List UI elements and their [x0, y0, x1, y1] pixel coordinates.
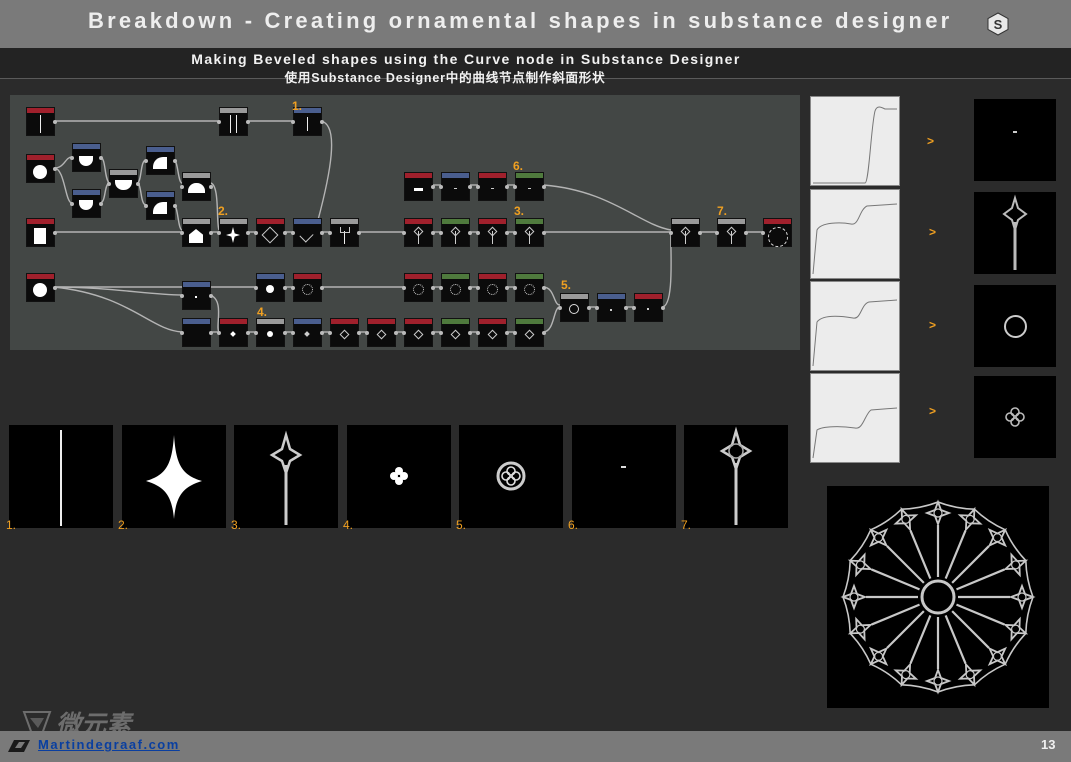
graph-node-levels-4 — [439, 318, 472, 347]
graph-node-transform-11 — [180, 318, 213, 347]
graph-node-transform-4 — [144, 146, 177, 175]
result-label-5: 5. — [456, 518, 467, 532]
step-number-4: 4. — [257, 305, 268, 319]
step-number-5: 5. — [561, 278, 572, 292]
graph-node-step-5 — [558, 293, 591, 322]
rose-window-pattern — [840, 499, 1036, 695]
arrow-1: > — [927, 134, 935, 148]
graph-node-levels-3 — [513, 273, 546, 302]
graph-node-curve-5 — [476, 273, 509, 302]
result-3-spike — [234, 425, 338, 528]
result-1-line — [9, 425, 113, 528]
graph-node-shape-disc — [26, 154, 57, 183]
graph-node-blend-1 — [217, 107, 250, 136]
step-number-1: 1. — [292, 99, 303, 113]
result-7-combined — [684, 425, 788, 528]
graph-node-step-4 — [254, 318, 287, 347]
graph-node-levels-1 — [439, 218, 472, 247]
step-number-2: 2. — [218, 204, 229, 218]
subtitle-chinese: 使用Substance Designer中的曲线节点制作斜面形状 — [284, 71, 606, 85]
graph-node-shape-square — [26, 218, 57, 247]
graph-node-levels-5 — [513, 318, 546, 347]
preview-quatrefoil — [974, 376, 1056, 458]
graph-node-edge-detect — [254, 218, 287, 247]
graph-node-transform-12 — [291, 318, 324, 347]
graph-node-step-2 — [217, 218, 250, 247]
curve-graph-4 — [810, 373, 900, 463]
graph-node-transform-10 — [595, 293, 628, 322]
graph-node-curve-2 — [402, 218, 435, 247]
graph-node-blend-6 — [669, 218, 702, 247]
graph-node-curve-3 — [476, 218, 509, 247]
graph-node-splatter-circular — [761, 218, 792, 247]
graph-node-blend-5 — [328, 218, 361, 247]
result-label-7: 7. — [681, 518, 692, 532]
step-number-7: 7. — [717, 204, 728, 218]
svg-text:S: S — [994, 17, 1003, 32]
curve-graph-1 — [810, 96, 900, 186]
result-2-star — [122, 425, 226, 528]
website-link[interactable]: Martindegraaf.com — [38, 737, 180, 752]
graph-node-blend-3 — [180, 172, 213, 201]
graph-node-step-3 — [513, 218, 546, 247]
graph-node-blend-7 — [632, 293, 665, 322]
graph-node-transform-5 — [144, 191, 177, 220]
footer-logo-icon — [8, 740, 30, 752]
graph-node-curve-1 — [476, 172, 509, 201]
graph-node-transform-9 — [254, 273, 287, 302]
subtitle-english: Making Beveled shapes using the Curve no… — [191, 51, 741, 67]
preview-small-dash — [974, 99, 1056, 181]
graph-node-curve-6 — [402, 318, 435, 347]
arrow-2: > — [929, 225, 937, 239]
curve-graph-2 — [810, 189, 900, 279]
graph-node-transform-6 — [291, 218, 324, 247]
result-label-4: 4. — [343, 518, 354, 532]
page-title: Breakdown - Creating ornamental shapes i… — [88, 8, 953, 33]
result-label-2: 2. — [118, 518, 129, 532]
result-6-dash — [572, 425, 676, 528]
graph-node-splatter-1 — [217, 318, 250, 347]
result-label-1: 1. — [6, 518, 17, 532]
graph-node-blend-2 — [107, 169, 140, 198]
graph-node-shape-bar — [404, 172, 435, 201]
graph-node-transform-2 — [70, 143, 103, 172]
curve-graph-3 — [810, 281, 900, 371]
preview-spike — [974, 192, 1056, 274]
graph-node-transform-3 — [70, 189, 103, 218]
graph-node-curve-4 — [402, 273, 435, 302]
graph-node-transform-8 — [180, 281, 213, 310]
rose-window-result — [827, 486, 1049, 708]
graph-node-edge-detect-2 — [291, 273, 324, 302]
result-label-6: 6. — [568, 518, 579, 532]
graph-node-levels-2 — [439, 273, 472, 302]
graph-node-step-7 — [715, 218, 748, 247]
graph-node-curve-7 — [476, 318, 509, 347]
result-4-cross — [347, 425, 451, 528]
graph-node-distance — [365, 318, 398, 347]
arrow-4: > — [929, 404, 937, 418]
result-5-ring-cross — [459, 425, 563, 528]
arrow-3: > — [929, 318, 937, 332]
step-number-6: 6. — [513, 159, 524, 173]
graph-node-shape-disc-2 — [26, 273, 57, 302]
graph-node-blend-4 — [180, 218, 213, 247]
graph-node-transform-7 — [439, 172, 472, 201]
result-label-3: 3. — [231, 518, 242, 532]
substance-designer-logo-icon: S — [987, 12, 1009, 36]
node-graph-screenshot: 1. 2. 3. 4. 5. 6. 7. — [10, 95, 800, 350]
graph-node-shape-line — [26, 107, 57, 136]
page-number: 13 — [1041, 737, 1056, 752]
graph-node-step-6 — [513, 172, 546, 201]
preview-ring — [974, 285, 1056, 367]
graph-node-edge-detect-3 — [328, 318, 361, 347]
step-number-3: 3. — [514, 204, 525, 218]
